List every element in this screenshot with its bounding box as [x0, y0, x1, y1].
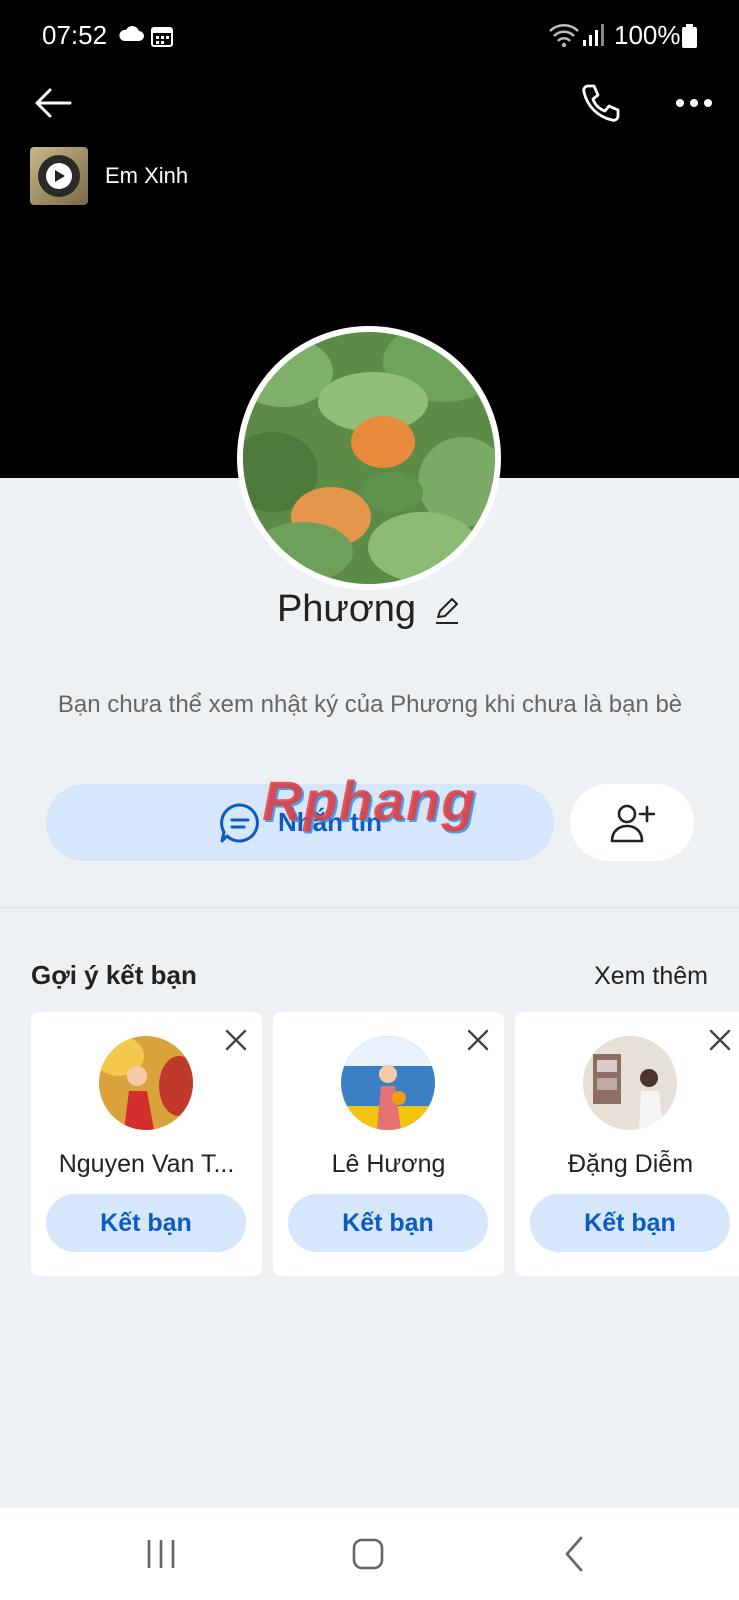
- add-friend-label: Kết bạn: [342, 1208, 434, 1237]
- recent-apps-icon[interactable]: [139, 1532, 183, 1576]
- more-horizontal-icon[interactable]: [671, 80, 717, 126]
- suggestion-avatar: [99, 1036, 193, 1130]
- battery-icon: [682, 24, 697, 48]
- avatar-image: [228, 322, 508, 584]
- suggestion-card[interactable]: Đặng Diễm Kết bạn: [515, 1012, 739, 1276]
- signal-icon: [583, 24, 604, 46]
- add-friend-suggestion-button[interactable]: Kết bạn: [530, 1194, 730, 1252]
- add-friend-label: Kết bạn: [100, 1208, 192, 1237]
- suggestion-name: Nguyen Van T...: [58, 1150, 235, 1178]
- add-user-icon: [610, 804, 655, 842]
- add-friend-suggestion-button[interactable]: Kết bạn: [288, 1194, 488, 1252]
- add-friend-button[interactable]: [570, 784, 694, 861]
- profile-avatar[interactable]: [228, 322, 508, 590]
- back-chevron-icon[interactable]: [553, 1532, 597, 1576]
- chat-bubble-icon: [220, 802, 259, 842]
- suggestion-avatar: [341, 1036, 435, 1130]
- battery-percentage: 100%: [614, 20, 681, 50]
- close-icon[interactable]: [224, 1028, 248, 1052]
- edit-pencil-icon[interactable]: [432, 595, 462, 625]
- calendar-icon: [151, 27, 173, 47]
- close-icon[interactable]: [708, 1028, 732, 1052]
- status-bar: 07:52 100%: [0, 0, 739, 70]
- suggestion-avatar: [583, 1036, 677, 1130]
- back-arrow-icon[interactable]: [30, 80, 76, 126]
- friend-notice: Bạn chưa thể xem nhật ký của Phương khi …: [57, 691, 683, 718]
- message-button-label: Nhắn tin: [278, 807, 382, 837]
- system-navigation-bar: [0, 1508, 739, 1600]
- status-time: 07:52: [42, 20, 108, 50]
- wifi-icon: [549, 24, 579, 48]
- play-icon: [55, 170, 65, 182]
- message-button[interactable]: Nhắn tin: [46, 784, 554, 861]
- profile-name-row: Phương: [0, 588, 739, 631]
- section-divider: [0, 907, 739, 908]
- suggestion-card[interactable]: Nguyen Van T... Kết bạn: [31, 1012, 262, 1276]
- cloud-icon: [119, 26, 144, 41]
- suggestion-list: Nguyen Van T... Kết bạn Lê Hương Kết bạn: [31, 1012, 739, 1276]
- suggestion-name: Đặng Diễm: [567, 1150, 694, 1178]
- profile-music[interactable]: Em Xinh: [30, 146, 188, 206]
- music-thumbnail: [30, 147, 88, 205]
- suggestions-title: Gợi ý kết bạn: [31, 960, 197, 990]
- suggestion-name: Lê Hương: [331, 1150, 446, 1178]
- add-friend-label: Kết bạn: [584, 1208, 676, 1237]
- profile-name: Phương: [276, 588, 417, 630]
- music-title: Em Xinh: [105, 163, 189, 188]
- home-icon[interactable]: [346, 1532, 390, 1576]
- add-friend-suggestion-button[interactable]: Kết bạn: [46, 1194, 246, 1252]
- close-icon[interactable]: [466, 1028, 490, 1052]
- suggestion-card[interactable]: Lê Hương Kết bạn: [273, 1012, 504, 1276]
- see-more-link[interactable]: Xem thêm: [594, 962, 708, 991]
- phone-icon[interactable]: [578, 80, 624, 126]
